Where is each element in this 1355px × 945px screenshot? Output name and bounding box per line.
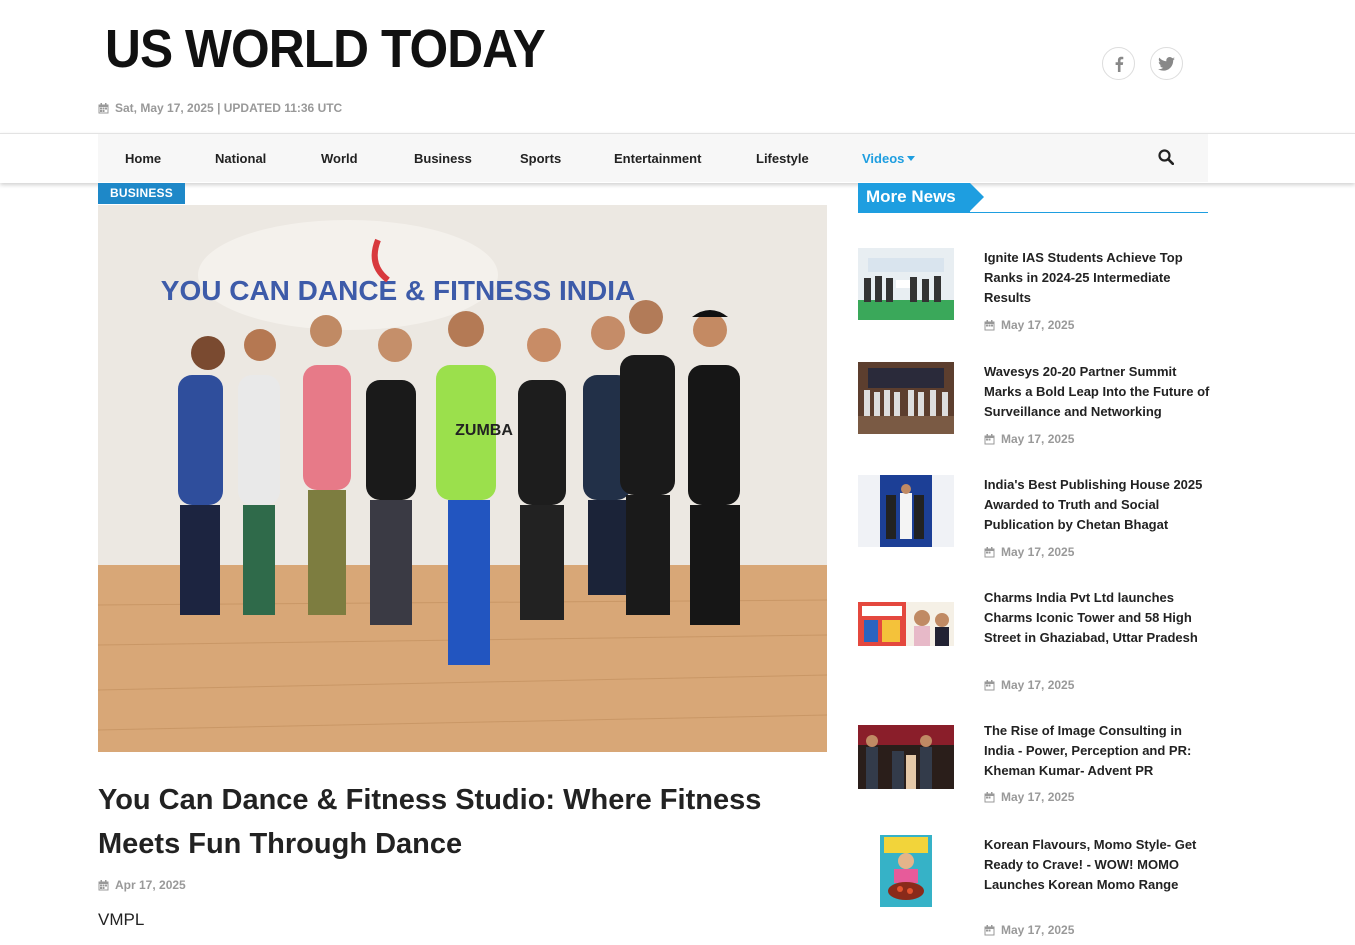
nav-bar: Home National World Business Sports Ente… bbox=[98, 134, 1208, 182]
nav-entertainment[interactable]: Entertainment bbox=[614, 151, 701, 166]
nav-national[interactable]: National bbox=[215, 151, 266, 166]
news-thumbnail[interactable] bbox=[858, 248, 954, 320]
news-date: May 17, 2025 bbox=[984, 432, 1074, 446]
site-logo[interactable]: US WORLD TODAY bbox=[105, 22, 546, 76]
nav-lifestyle[interactable]: Lifestyle bbox=[756, 151, 809, 166]
news-item[interactable]: Ignite IAS Students Achieve Top Ranks in… bbox=[858, 248, 1208, 338]
header-date: Sat, May 17, 2025 | UPDATED 11:36 UTC bbox=[98, 101, 342, 115]
news-date-text: May 17, 2025 bbox=[1001, 678, 1075, 692]
news-date: May 17, 2025 bbox=[984, 923, 1074, 937]
news-date-text: May 17, 2025 bbox=[1001, 432, 1075, 446]
news-title[interactable]: Charms India Pvt Ltd launches Charms Ico… bbox=[984, 588, 1210, 648]
main-navbar: Home National World Business Sports Ente… bbox=[0, 133, 1355, 183]
nav-sports[interactable]: Sports bbox=[520, 151, 561, 166]
twitter-icon bbox=[1158, 56, 1175, 71]
nav-business[interactable]: Business bbox=[414, 151, 472, 166]
category-badge[interactable]: BUSINESS bbox=[98, 183, 185, 204]
article-hero-image[interactable]: YOU CAN DANCE & FITNESS INDIA ZUMBA bbox=[98, 205, 827, 752]
news-item[interactable]: The Rise of Image Consulting in India - … bbox=[858, 721, 1208, 811]
hero-shirt-text: ZUMBA bbox=[455, 422, 513, 439]
news-thumbnail[interactable] bbox=[858, 602, 954, 646]
search-button[interactable] bbox=[1158, 149, 1175, 170]
news-date: May 17, 2025 bbox=[984, 545, 1074, 559]
news-title[interactable]: The Rise of Image Consulting in India - … bbox=[984, 721, 1210, 781]
calendar-icon bbox=[984, 433, 995, 445]
news-title[interactable]: Ignite IAS Students Achieve Top Ranks in… bbox=[984, 248, 1210, 308]
more-news-header: More News bbox=[858, 183, 1208, 213]
news-date: May 17, 2025 bbox=[984, 678, 1074, 692]
news-date-text: May 17, 2025 bbox=[1001, 923, 1075, 937]
news-title[interactable]: India's Best Publishing House 2025 Award… bbox=[984, 475, 1210, 535]
header-date-text: Sat, May 17, 2025 | UPDATED 11:36 UTC bbox=[115, 101, 343, 115]
calendar-icon bbox=[984, 924, 995, 936]
news-thumbnail[interactable] bbox=[858, 725, 954, 789]
news-item[interactable]: Korean Flavours, Momo Style- Get Ready t… bbox=[858, 835, 1208, 945]
calendar-icon bbox=[984, 679, 995, 691]
article-date: Apr 17, 2025 bbox=[98, 878, 186, 892]
search-icon bbox=[1158, 149, 1175, 166]
news-thumbnail[interactable] bbox=[858, 475, 954, 547]
news-title[interactable]: Korean Flavours, Momo Style- Get Ready t… bbox=[984, 835, 1210, 895]
news-date-text: May 17, 2025 bbox=[1001, 318, 1075, 332]
calendar-icon bbox=[984, 319, 995, 331]
news-date: May 17, 2025 bbox=[984, 318, 1074, 332]
news-item[interactable]: Charms India Pvt Ltd launches Charms Ico… bbox=[858, 588, 1208, 698]
news-thumbnail[interactable] bbox=[858, 362, 954, 434]
calendar-icon bbox=[984, 791, 995, 803]
article-date-text: Apr 17, 2025 bbox=[115, 878, 186, 892]
hero-sign-text: YOU CAN DANCE & FITNESS INDIA bbox=[161, 275, 635, 306]
calendar-icon bbox=[984, 546, 995, 558]
facebook-icon bbox=[1115, 56, 1123, 72]
calendar-icon bbox=[98, 879, 109, 891]
nav-world[interactable]: World bbox=[321, 151, 358, 166]
nav-home[interactable]: Home bbox=[125, 151, 161, 166]
news-thumbnail[interactable] bbox=[880, 835, 932, 907]
facebook-button[interactable] bbox=[1102, 47, 1135, 80]
nav-videos[interactable]: Videos bbox=[862, 151, 916, 166]
article-title[interactable]: You Can Dance & Fitness Studio: Where Fi… bbox=[98, 778, 838, 866]
news-item[interactable]: Wavesys 20-20 Partner Summit Marks a Bol… bbox=[858, 362, 1210, 452]
chevron-down-icon bbox=[907, 156, 916, 161]
article-byline: VMPL bbox=[98, 910, 145, 929]
twitter-button[interactable] bbox=[1150, 47, 1183, 80]
news-item[interactable]: India's Best Publishing House 2025 Award… bbox=[858, 475, 1208, 565]
news-date-text: May 17, 2025 bbox=[1001, 545, 1075, 559]
more-news-title: More News bbox=[858, 183, 984, 212]
calendar-icon bbox=[98, 102, 109, 114]
news-title[interactable]: Wavesys 20-20 Partner Summit Marks a Bol… bbox=[984, 362, 1210, 422]
news-date: May 17, 2025 bbox=[984, 790, 1074, 804]
news-date-text: May 17, 2025 bbox=[1001, 790, 1075, 804]
nav-videos-label: Videos bbox=[862, 151, 905, 166]
